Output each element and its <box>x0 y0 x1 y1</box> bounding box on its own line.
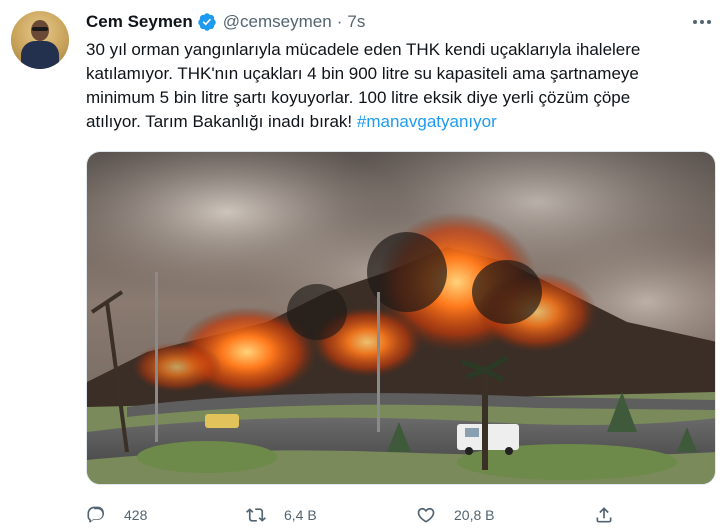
tweet-text-line-4: atılıyor. Tarım Bakanlığı inadı bırak! <box>86 112 353 131</box>
share-icon <box>596 507 612 523</box>
separator-dot: · <box>336 12 343 31</box>
share-action[interactable] <box>594 503 614 527</box>
tweet-photo[interactable] <box>86 151 716 485</box>
like-action[interactable]: 20,8 B <box>416 503 494 527</box>
tweet-text-line: 30 yıl orman yangınlarıyla mücadele eden… <box>86 40 641 59</box>
reply-icon <box>87 506 105 523</box>
avatar-glasses <box>32 27 48 31</box>
author-handle[interactable]: @cemseymen <box>223 12 332 32</box>
hashtag-link[interactable]: #manavgatyanıyor <box>357 112 497 131</box>
verified-badge-icon <box>198 13 216 31</box>
like-count: 20,8 B <box>454 507 495 523</box>
author-name[interactable]: Cem Seymen <box>86 12 193 32</box>
tweet-timestamp[interactable]: 7s <box>347 12 365 32</box>
tweet-header: Cem Seymen @cemseymen · 7s <box>86 10 365 34</box>
reply-count: 428 <box>124 507 148 523</box>
tweet-text-line: katılamıyor. THK'nın uçakları 4 bin 900 … <box>86 64 639 83</box>
more-dot <box>707 20 711 24</box>
author-avatar[interactable] <box>11 11 69 69</box>
retweet-count: 6,4 B <box>284 507 317 523</box>
more-icon[interactable] <box>690 12 714 32</box>
retweet-action[interactable]: 6,4 B <box>246 503 317 527</box>
tweet-text: 30 yıl orman yangınlarıyla mücadele eden… <box>86 38 716 134</box>
reply-action[interactable]: 428 <box>86 503 147 527</box>
avatar-body <box>21 41 59 69</box>
tweet-text-line: atılıyor. Tarım Bakanlığı inadı bırak! #… <box>86 110 716 134</box>
wildfire-photo <box>87 152 715 484</box>
like-icon <box>417 507 435 523</box>
tweet-actions: 428 6,4 B 20,8 B <box>86 503 716 527</box>
tweet-text-line: minimum 5 bin litre şartı koyuyorlar. 10… <box>86 88 631 107</box>
more-dot <box>693 20 697 24</box>
retweet-icon <box>246 508 266 522</box>
more-dot <box>700 20 704 24</box>
